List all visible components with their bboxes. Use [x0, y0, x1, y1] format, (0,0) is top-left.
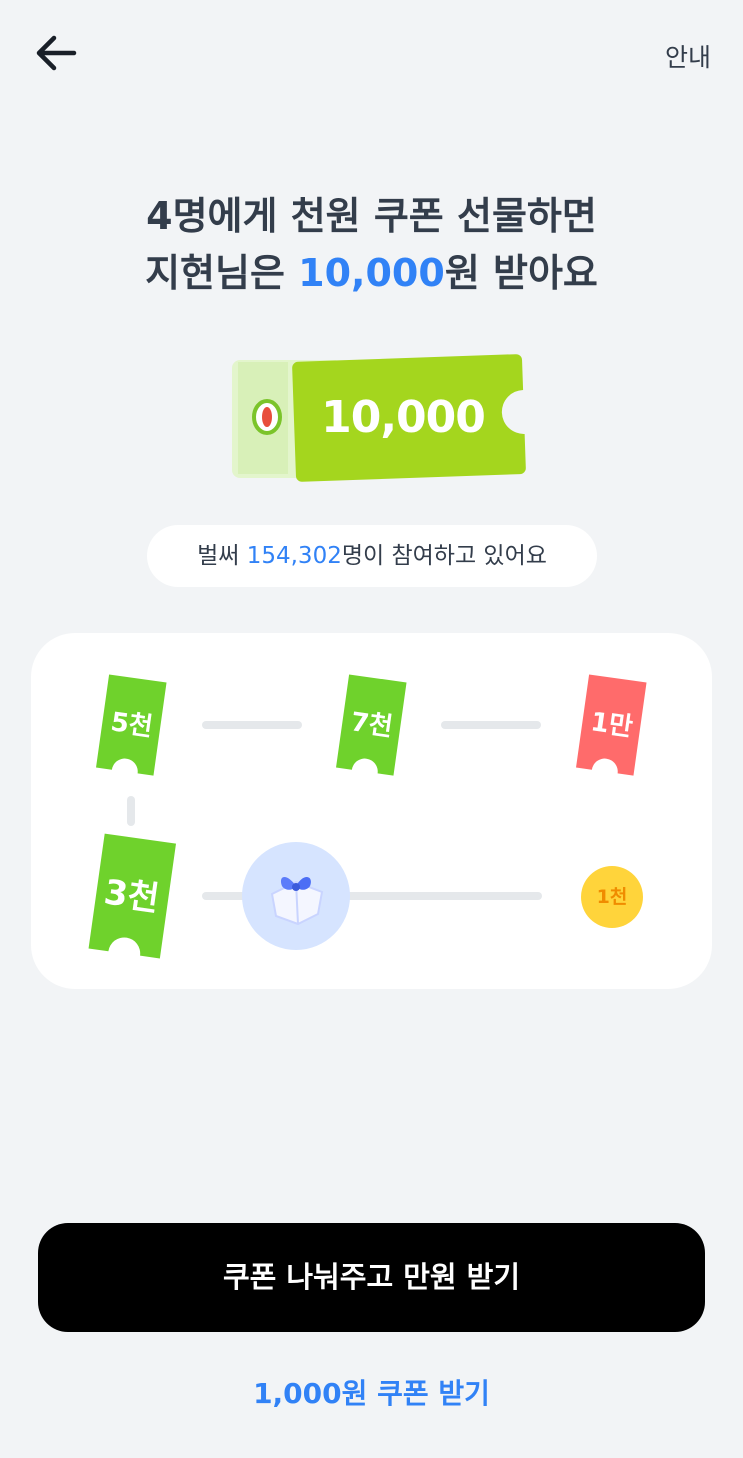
headline-line2: 지현님은 10,000원 받아요	[0, 245, 743, 302]
headline-amount: 10,000	[298, 251, 445, 295]
current-position-marker	[242, 842, 350, 950]
info-link[interactable]: 안내	[665, 38, 711, 74]
headline-suffix: 원 받아요	[444, 251, 598, 295]
track-segment	[441, 721, 541, 729]
track-segment	[127, 796, 135, 826]
track-segment	[202, 721, 302, 729]
participants-suffix: 명이 참여하고 있어요	[341, 543, 547, 569]
gift-icon	[270, 876, 324, 926]
headline-prefix: 지현님은	[145, 251, 299, 295]
share-coupon-button[interactable]: 쿠폰 나눠주고 만원 받기	[38, 1223, 705, 1332]
back-button[interactable]	[30, 30, 82, 76]
headline: 4명에게 천원 쿠폰 선물하면 지현님은 10,000원 받아요	[0, 188, 743, 302]
participants-prefix: 벌써	[197, 543, 247, 569]
participants-count: 154,302	[246, 543, 342, 569]
coupon-logo-icon	[252, 399, 282, 435]
get-coupon-link[interactable]: 1,000원 쿠폰 받기	[0, 1372, 743, 1412]
headline-line1: 4명에게 천원 쿠폰 선물하면	[146, 194, 597, 238]
participants-badge: 벌써 154,302명이 참여하고 있어요	[147, 525, 597, 587]
coin-1k-icon: 1천	[581, 866, 643, 928]
arrow-left-icon	[36, 35, 77, 71]
coupon-amount: 10,000	[321, 392, 486, 443]
